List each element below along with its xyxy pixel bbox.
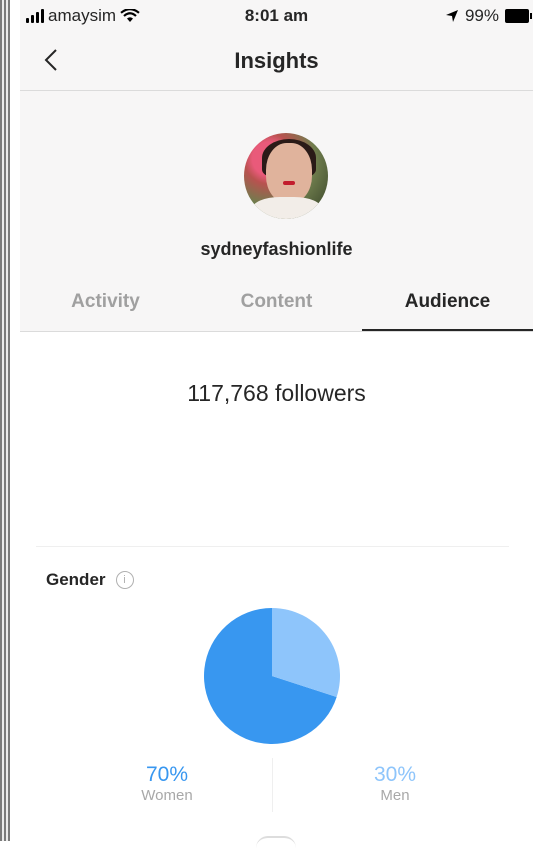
men-percent: 30%: [373, 763, 417, 786]
next-section-hint: [256, 836, 296, 848]
battery-percent: 99%: [464, 6, 499, 25]
battery-icon: [505, 9, 532, 23]
women-percent: 70%: [145, 763, 189, 786]
tab-content[interactable]: Content: [191, 283, 362, 331]
insights-tabs: Activity Content Audience: [20, 283, 533, 331]
followers-count: 117,768 followers: [187, 380, 366, 406]
divider: [20, 331, 533, 332]
tab-audience[interactable]: Audience: [362, 283, 533, 331]
battery-info: 99%: [445, 6, 532, 26]
gender-title: Gender: [46, 570, 106, 589]
status-bar: amaysim 8:01 am 99%: [20, 0, 533, 34]
page-title: Insights: [234, 48, 319, 73]
username: sydneyfashionlife: [200, 239, 353, 259]
info-icon[interactable]: i: [115, 571, 134, 589]
men-stat: 30% Men: [340, 763, 450, 804]
location-arrow-icon: [445, 10, 458, 22]
divider: [272, 758, 273, 812]
profile-section: sydneyfashionlife Activity Content Audie…: [20, 91, 533, 331]
tab-activity[interactable]: Activity: [20, 283, 191, 331]
phone-screen: amaysim 8:01 am 99% Insights sydneyfashi…: [20, 0, 533, 841]
avatar[interactable]: [244, 133, 328, 219]
women-label: Women: [141, 787, 193, 804]
gender-pie-chart: [204, 608, 340, 744]
divider: [36, 546, 509, 547]
nav-header: Insights: [20, 34, 533, 91]
gender-heading: Gender i: [46, 570, 134, 590]
women-stat: 70% Women: [112, 763, 222, 804]
window-edge: [0, 0, 10, 841]
men-label: Men: [380, 787, 410, 804]
